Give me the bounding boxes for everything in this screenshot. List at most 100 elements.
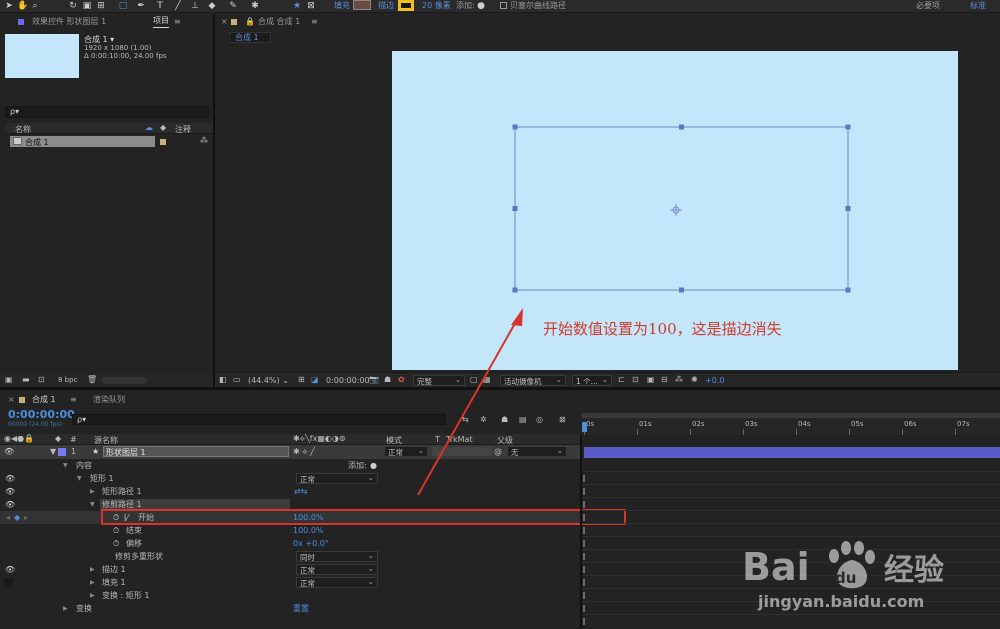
col-number[interactable]: # — [70, 435, 77, 444]
exposure-value[interactable]: +0.0 — [705, 376, 724, 385]
keyframe-nav-icon[interactable]: ◂ — [6, 511, 10, 524]
layer-name-field[interactable]: 形状图层 1 — [103, 446, 289, 457]
stroke-width[interactable]: 20 像素 — [422, 0, 451, 12]
switches-icons[interactable]: ✱⟡╲fx▦◐◑⊛ — [293, 434, 346, 444]
show-snapshot-icon[interactable]: ☗ — [384, 375, 391, 384]
stroke-visibility-icon[interactable]: 👁 — [5, 563, 15, 576]
comp-panel-menu-icon[interactable]: ≡ — [311, 14, 318, 30]
interpret-footage-icon[interactable]: ▣ — [5, 375, 13, 384]
trim-multiple-row[interactable]: 修剪多重形状 同时 — [0, 550, 580, 563]
keyframe-next-icon[interactable]: ▸ — [24, 511, 28, 524]
video-visibility-icon[interactable]: 👁 — [4, 445, 14, 458]
layer-duration-bar[interactable] — [584, 447, 1000, 458]
hand-tool-icon[interactable]: ✋ — [17, 1, 28, 11]
clone-tool-icon[interactable]: ⊥ — [190, 1, 200, 11]
grid-icon[interactable]: ⊠ — [306, 1, 316, 11]
panel-menu-icon[interactable]: ≡ — [174, 14, 181, 30]
close-tab-icon[interactable]: × — [221, 14, 228, 30]
exposure-reset-icon[interactable]: ✺ — [691, 375, 698, 384]
rectangle-tool-icon[interactable]: □ — [118, 1, 128, 11]
flowchart-icon[interactable]: ⁂ — [200, 136, 208, 145]
stroke-swatch[interactable] — [398, 0, 414, 11]
graph-editor-icon[interactable]: ⊠ — [559, 415, 566, 424]
footer-slider[interactable] — [102, 377, 147, 384]
zoom-tool-icon[interactable]: ⌕ — [30, 1, 40, 11]
mask-visibility-icon[interactable]: ◪ — [311, 375, 319, 384]
stroke-blend-dropdown[interactable]: 正常 — [296, 563, 378, 575]
transform-rect-row[interactable]: ▶ 变换 : 矩形 1 — [0, 589, 580, 602]
end-stopwatch-icon[interactable]: ⏱ — [113, 524, 119, 537]
fill-visibility-off[interactable] — [4, 578, 13, 587]
trim-end-row[interactable]: ⏱ 结束 100.0% — [0, 524, 580, 537]
views-dropdown[interactable]: 1 个... — [572, 374, 612, 386]
pan-behind-tool-icon[interactable]: ⊞ — [96, 1, 106, 11]
always-preview-icon[interactable]: ◧ — [219, 375, 227, 384]
flowchart-view-icon[interactable]: ⁂ — [675, 375, 683, 384]
grid-guides-icon[interactable]: ⊞ — [298, 375, 305, 384]
add-property-label[interactable]: 添加: — [348, 459, 367, 472]
trash-icon[interactable]: 🗑 — [87, 375, 97, 384]
layer-switches-icons[interactable]: ✱ ⟡ ╱ — [293, 445, 315, 458]
magnification-dropdown[interactable]: (44.4%) ⌄ — [248, 376, 289, 385]
timeline-menu-icon[interactable]: ≡ — [70, 392, 77, 408]
new-folder-icon[interactable]: ▬ — [22, 375, 30, 384]
trim-offset-value[interactable]: 0x +0.0° — [293, 537, 329, 550]
new-comp-icon[interactable]: ⊡ — [38, 375, 45, 384]
view-options-icon[interactable]: ⊏ — [618, 375, 625, 384]
type-tool-icon[interactable]: T — [155, 1, 165, 11]
camera-tool-icon[interactable]: ▣ — [82, 1, 92, 11]
roto-brush-icon[interactable]: ✎ — [228, 1, 238, 11]
fast-previews-icon[interactable]: ▣ — [647, 375, 655, 384]
tab-project[interactable]: 项目 — [153, 14, 169, 28]
work-area-bar[interactable] — [582, 413, 1000, 418]
time-ruler[interactable]: 0s 01s 02s 03s 04s 05s 06s 07s — [582, 413, 1000, 435]
trim-end-value[interactable]: 100.0% — [293, 524, 324, 537]
label-icon[interactable]: ◆ — [160, 123, 166, 132]
rectangle-blend-dropdown[interactable]: 正常 — [296, 472, 378, 484]
lock-icon[interactable]: 🔒 — [245, 14, 255, 30]
project-item-row[interactable]: 合成 1 — [10, 136, 155, 147]
motion-blur-icon[interactable]: ◎ — [536, 415, 543, 424]
tab-timeline-comp[interactable]: 合成 1 — [32, 392, 56, 408]
path-visibility-icon[interactable]: 👁 — [5, 485, 15, 498]
layer-twirl-icon[interactable]: ▼ — [50, 445, 56, 458]
av-switches-icon[interactable]: ◉◀●🔒 — [4, 434, 34, 443]
fill-swatch[interactable] — [353, 0, 371, 10]
workspace-standard[interactable]: 标准 — [970, 0, 986, 12]
selection-tool-icon[interactable]: ➤ — [4, 1, 14, 11]
eraser-tool-icon[interactable]: ◆ — [207, 1, 217, 11]
layer-label-color[interactable] — [58, 448, 66, 456]
keyframe-icon[interactable]: ◆ — [14, 511, 20, 524]
trim-visibility-icon[interactable]: 👁 — [5, 498, 15, 511]
trim-multiple-dropdown[interactable]: 同时 — [296, 550, 378, 562]
path-direction-icon[interactable]: ⇄⇆ — [294, 485, 307, 498]
channel-icon[interactable]: ✿ — [398, 375, 405, 384]
group-visibility-icon[interactable]: 👁 — [5, 472, 15, 485]
add-property-icon[interactable]: ● — [370, 459, 377, 472]
offset-stopwatch-icon[interactable]: ⏱ — [113, 537, 119, 550]
col-comment[interactable]: 注释 — [175, 124, 191, 135]
tab-composition[interactable]: 合成 合成 1 — [258, 14, 300, 30]
add-button-icon[interactable]: ● — [476, 1, 486, 11]
bit-depth[interactable]: 8 bpc — [58, 376, 77, 384]
star-icon[interactable]: ★ — [292, 1, 302, 11]
timeline-search-input[interactable]: ρ▾ — [72, 414, 446, 425]
stroke-row[interactable]: 👁 ▶ 描边 1 正常 — [0, 563, 580, 576]
col-name[interactable]: 名称 — [15, 124, 31, 135]
brush-tool-icon[interactable]: ╱ — [173, 1, 183, 11]
viewer-timecode[interactable]: 0:00:00:00 — [326, 376, 370, 385]
project-search-input[interactable]: ρ▾ — [5, 106, 209, 118]
label-column-icon[interactable]: ◆ — [55, 434, 61, 443]
playhead[interactable] — [582, 422, 587, 432]
transform-row[interactable]: ▶ 变换 重置 — [0, 602, 580, 615]
snapshot-icon[interactable]: 📷 — [369, 375, 379, 384]
trim-offset-row[interactable]: ⏱ 偏移 0x +0.0° — [0, 537, 580, 550]
tab-effect-controls[interactable]: 效果控件 形状图层 1 — [32, 14, 106, 30]
pixel-aspect-icon[interactable]: ⊡ — [632, 375, 639, 384]
comp-subtab[interactable]: 合成 1 — [229, 32, 271, 43]
pen-tool-icon[interactable]: ✒ — [136, 1, 146, 11]
timeline-split[interactable] — [580, 434, 582, 629]
timeline-icon[interactable]: ⊟ — [661, 375, 668, 384]
bezier-checkbox[interactable] — [500, 2, 507, 9]
close-timeline-icon[interactable]: × — [8, 392, 15, 408]
